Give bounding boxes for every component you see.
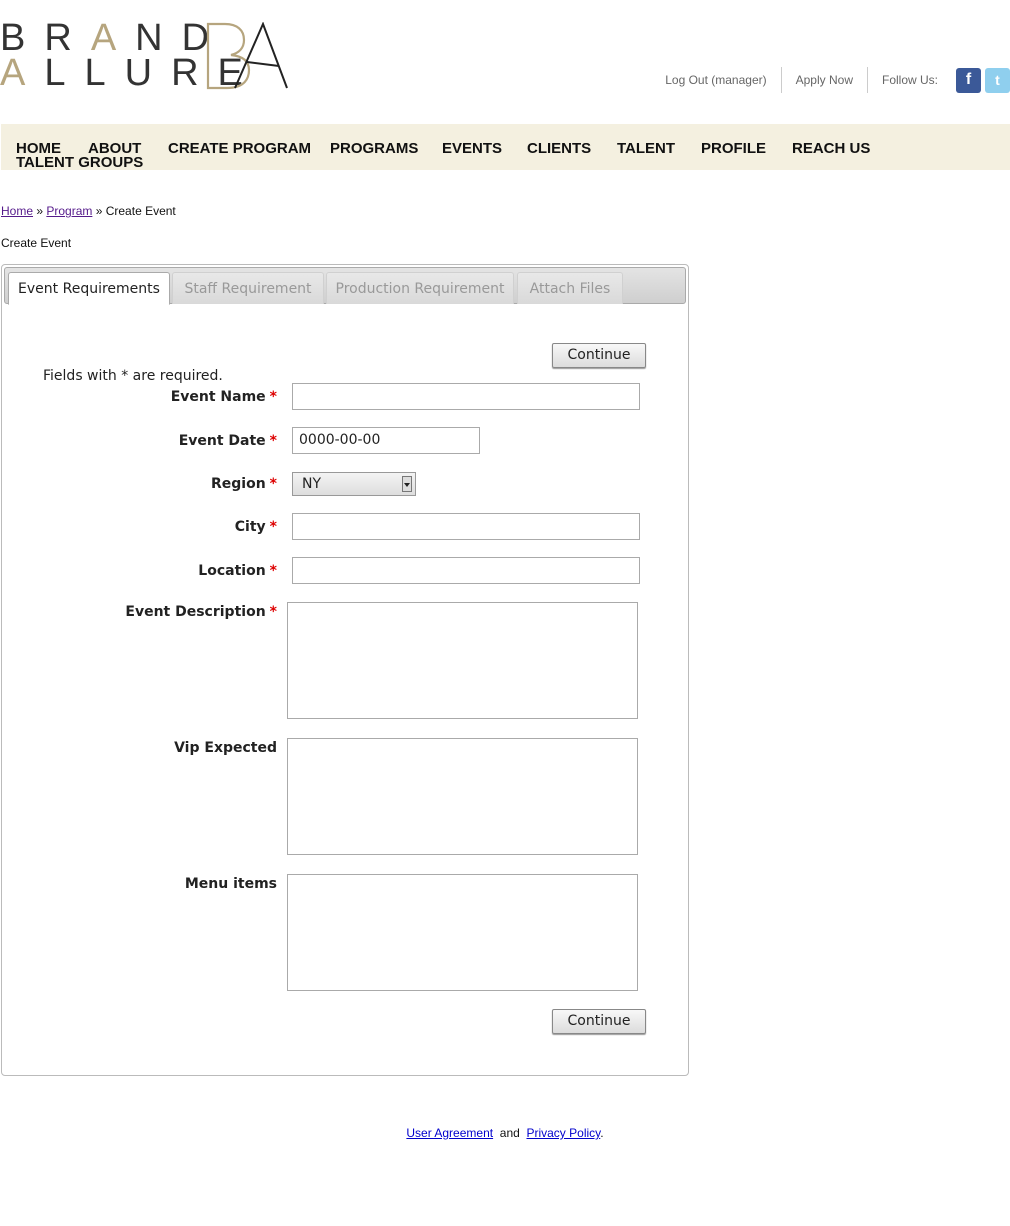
required-marker: *	[269, 476, 277, 492]
page-title: Create Event	[1, 236, 72, 250]
tab-event-requirements[interactable]: Event Requirements	[8, 272, 170, 305]
menu-items-textarea[interactable]	[287, 874, 638, 991]
tab-production-requirement[interactable]: Production Requirement	[326, 272, 514, 304]
required-marker: *	[269, 604, 277, 620]
location-input[interactable]	[292, 557, 640, 584]
nav-reach-us[interactable]: REACH US	[792, 140, 870, 157]
event-date-label: Event Date *	[178, 433, 277, 449]
user-agreement-link[interactable]: User Agreement	[406, 1126, 493, 1140]
required-marker: *	[269, 519, 277, 535]
breadcrumb-current: Create Event	[105, 204, 176, 218]
breadcrumb-program-link[interactable]: Program	[46, 204, 92, 218]
event-name-input[interactable]	[292, 383, 640, 410]
privacy-policy-link[interactable]: Privacy Policy	[526, 1126, 600, 1140]
breadcrumb-home-link[interactable]: Home	[1, 204, 33, 218]
event-date-input[interactable]: 0000-00-00	[292, 427, 480, 454]
continue-button-top[interactable]: Continue	[552, 343, 646, 368]
city-input[interactable]	[292, 513, 640, 540]
required-marker: *	[269, 563, 277, 579]
nav-events[interactable]: EVENTS	[442, 140, 502, 157]
menu-items-label: Menu items	[184, 876, 277, 892]
city-label: City *	[234, 519, 277, 535]
footer: User Agreement and Privacy Policy.	[406, 1126, 604, 1140]
vip-expected-textarea[interactable]	[287, 738, 638, 855]
logo-ba-mark	[206, 22, 288, 90]
logout-link[interactable]: Log Out (manager)	[651, 67, 780, 93]
apply-now-link[interactable]: Apply Now	[780, 67, 867, 93]
region-label: Region *	[210, 476, 277, 492]
tab-staff-requirement[interactable]: Staff Requirement	[172, 272, 324, 304]
region-select[interactable]: NY	[292, 472, 416, 496]
continue-button-bottom[interactable]: Continue	[552, 1009, 646, 1034]
breadcrumb: Home » Program » Create Event	[1, 204, 176, 218]
follow-us-label: Follow Us:	[866, 67, 952, 93]
event-name-label: Event Name *	[170, 389, 277, 405]
nav-profile[interactable]: PROFILE	[701, 140, 766, 157]
event-description-textarea[interactable]	[287, 602, 638, 719]
tab-attach-files[interactable]: Attach Files	[517, 272, 623, 304]
event-description-label: Event Description *	[125, 604, 277, 620]
facebook-icon[interactable]: f	[956, 67, 981, 93]
nav-programs[interactable]: PROGRAMS	[330, 140, 418, 157]
location-label: Location *	[198, 563, 277, 579]
required-marker: *	[269, 433, 277, 449]
vip-expected-label: Vip Expected	[174, 740, 277, 756]
dropdown-arrow-icon	[402, 476, 412, 492]
nav-talent[interactable]: TALENT	[617, 140, 675, 157]
top-links: Log Out (manager) Apply Now Follow Us: f…	[651, 66, 1010, 94]
twitter-icon[interactable]: t	[985, 67, 1010, 93]
nav-clients[interactable]: CLIENTS	[527, 140, 591, 157]
logo-brand-text: BRAND	[0, 17, 229, 59]
required-marker: *	[269, 389, 277, 405]
nav-talent-groups[interactable]: TALENT GROUPS	[16, 154, 143, 171]
required-note: Fields with * are required.	[43, 368, 223, 384]
nav-create-program[interactable]: CREATE PROGRAM	[168, 140, 311, 157]
